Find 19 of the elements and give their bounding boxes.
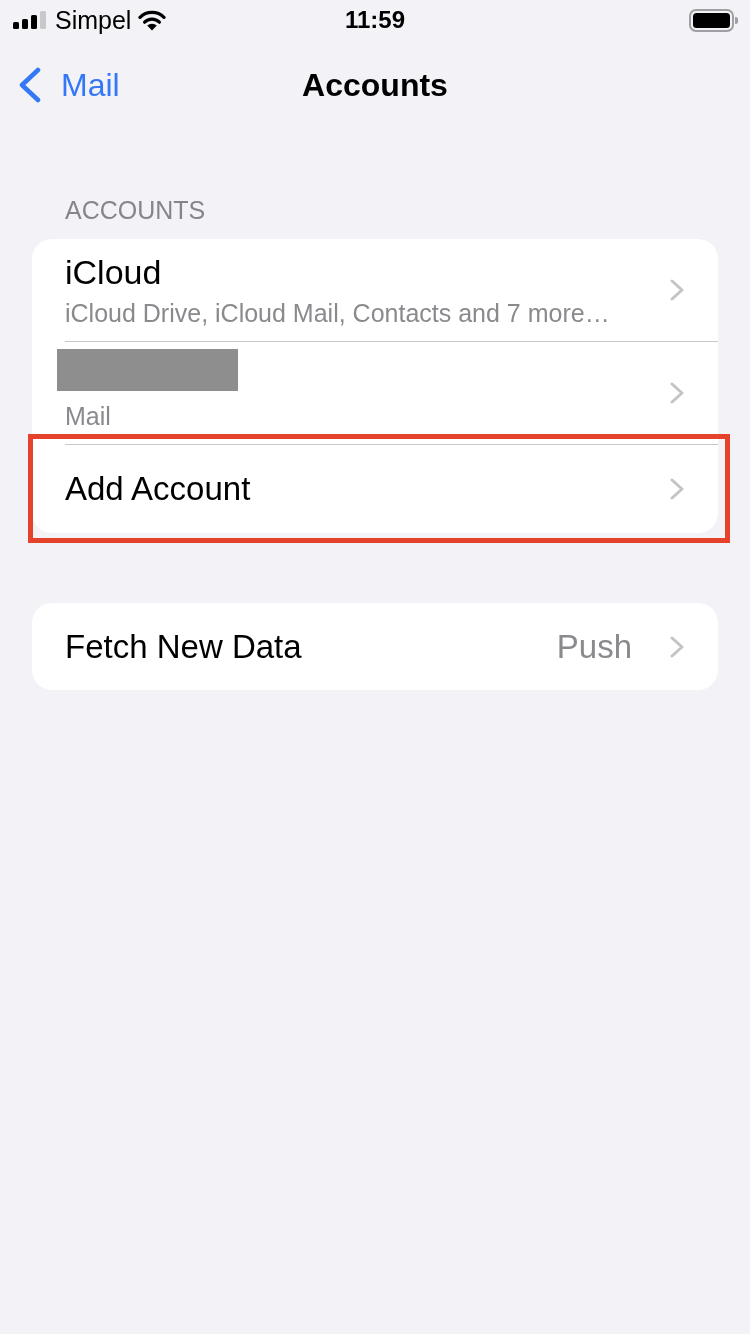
account-services: iCloud Drive, iCloud Mail, Contacts and 7 more… [65, 298, 610, 328]
page-title: Accounts [302, 66, 448, 105]
chevron-left-icon [18, 67, 41, 103]
status-time: 11:59 [344, 5, 406, 35]
chevron-right-icon [670, 635, 684, 658]
chevron-right-icon [670, 382, 684, 404]
account-name[interactable]: iCloud [65, 252, 162, 292]
back-button[interactable]: Mail [18, 65, 120, 105]
setting-value: Push [556, 626, 632, 667]
add-account-label[interactable]: Add Account [65, 469, 251, 509]
chevron-right-icon [670, 478, 684, 500]
signal-bars-icon [13, 11, 47, 29]
wifi-icon [138, 9, 167, 31]
section-header: ACCOUNTS [65, 195, 206, 225]
chevron-right-icon [670, 279, 684, 301]
setting-label[interactable]: Fetch New Data [65, 626, 302, 667]
battery-icon [689, 8, 738, 32]
carrier-name: Simpel [55, 5, 132, 35]
account-services: Mail [65, 401, 111, 431]
